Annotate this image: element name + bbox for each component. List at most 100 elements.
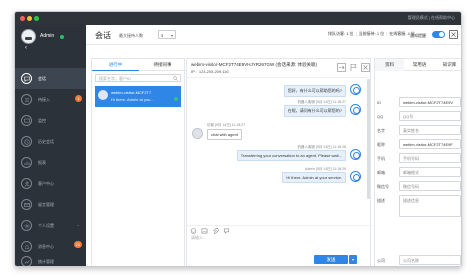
settings-icon xyxy=(21,220,32,231)
bell-icon xyxy=(21,241,32,252)
qq-field[interactable]: QQ号 xyxy=(399,111,461,121)
field-wechat: 微信号 微信号码 xyxy=(375,181,461,193)
detail-tabs: 资料 常用语 知识库 xyxy=(375,59,461,71)
description-field[interactable]: 描述信息 xyxy=(399,195,461,217)
chevron-down-icon: ▾ xyxy=(170,33,173,38)
online-status-dot xyxy=(60,35,64,39)
notification-toggle-label: 通知提醒 xyxy=(410,33,426,38)
chat-scrollbar[interactable] xyxy=(367,79,370,199)
sidebar-item-label: 客户中心 xyxy=(38,181,54,186)
app-window: 管理员模式 | 在线帮助中心 Admin ‹ 会话 待接入 1 监控 历史会话 … xyxy=(14,11,462,267)
sidebar-item-chat[interactable]: 会话 xyxy=(15,68,86,89)
sidebar-item-label: 会话 xyxy=(38,76,46,81)
report-icon xyxy=(21,157,32,168)
visitor-name: webim-visitor-MCF2T7 xyxy=(111,90,152,95)
minimize-window-button[interactable] xyxy=(27,16,32,21)
session-tabs: 进行中 待接同事 xyxy=(92,59,186,71)
id-field[interactable]: webim-visitor-MCF2T74E9V xyxy=(399,97,461,107)
close-icon[interactable] xyxy=(449,30,458,39)
company-field[interactable]: 公司名称 xyxy=(399,255,461,265)
tab-phrases[interactable]: 常用语 xyxy=(405,59,434,71)
agent-avatar xyxy=(350,149,361,160)
agent-avatar xyxy=(350,104,361,115)
send-options-button[interactable]: ▾ xyxy=(349,255,357,264)
agent-message: Hi there. Admin at your service. xyxy=(282,172,346,183)
maximize-window-button[interactable] xyxy=(34,16,39,21)
page-title: 会话 xyxy=(95,31,111,40)
agent-message: Transferring your conversation to an age… xyxy=(236,150,346,161)
sidebar-item-label: 待接入 xyxy=(38,97,50,102)
sidebar-item-label: 报表 xyxy=(38,160,46,165)
transfer-icon[interactable] xyxy=(337,63,346,72)
visitor-avatar xyxy=(98,90,108,100)
sidebar-item-queue[interactable]: 待接入 1 xyxy=(15,89,86,110)
agent-message: 您好，有什么可以帮助您的吗? xyxy=(283,85,346,97)
user-name: Admin xyxy=(40,33,55,39)
tab-knowledge[interactable]: 知识库 xyxy=(435,59,461,71)
search-input[interactable]: 搜索名字，客户ID xyxy=(95,74,181,82)
avatar xyxy=(21,29,36,44)
phone-field[interactable]: 手机号码 xyxy=(399,153,461,163)
profile[interactable]: Admin ‹ xyxy=(15,25,86,53)
name-field[interactable]: 真实姓名 xyxy=(399,125,461,135)
customer-icon xyxy=(21,178,32,189)
sidebar-item-history[interactable]: 历史会话 xyxy=(15,131,86,152)
field-label: 公司 xyxy=(377,258,385,263)
sidebar-item-notifications[interactable]: 消息中心 23 xyxy=(15,236,86,257)
max-sessions-select[interactable]: 3 ▾ xyxy=(158,30,176,39)
ip-value: 124.205.209.116 xyxy=(198,69,229,74)
quick-reply-icon[interactable] xyxy=(223,228,230,234)
tab-in-progress[interactable]: 进行中 xyxy=(92,59,139,71)
titlebar-links[interactable]: 管理员模式 | 在线帮助中心 xyxy=(408,15,455,21)
ip-label: IP: xyxy=(191,69,196,74)
stats-icon xyxy=(21,256,32,266)
nickname-field[interactable]: webim-visitor-MCF2T74E9F xyxy=(399,139,461,149)
field-id: ID webim-visitor-MCF2T74E9V xyxy=(375,97,461,109)
field-label: 微信号 xyxy=(377,184,389,189)
visitor-message: chat with agent xyxy=(207,129,242,140)
top-bar: 会话 最大接待人数 3 ▾ 排队访客: 1 位 | 当前接待: 1 位 | 在线客服: … xyxy=(86,25,461,45)
field-label: 邮箱 xyxy=(377,170,385,175)
close-window-button[interactable] xyxy=(20,16,25,21)
sidebar-item-messages[interactable]: 留言管理 xyxy=(15,194,86,215)
sidebar-item-monitor[interactable]: 监控 xyxy=(15,110,86,131)
field-label: 手机 xyxy=(377,156,385,161)
emoji-icon[interactable] xyxy=(190,228,197,234)
sidebar-item-stats[interactable]: 统计管理 xyxy=(15,255,86,266)
chevron-down-icon: ⌄ xyxy=(76,222,80,227)
field-label: ID xyxy=(377,100,381,105)
sidebar-item-label: 统计管理 xyxy=(38,259,54,264)
wechat-field[interactable]: 微信号码 xyxy=(399,181,461,191)
sidebar-item-customer[interactable]: 客户中心 xyxy=(15,173,86,194)
field-name: 名字 真实姓名 xyxy=(375,125,461,137)
end-session-icon[interactable] xyxy=(361,63,370,72)
tab-colleague[interactable]: 待接同事 xyxy=(139,59,186,71)
field-label: QQ xyxy=(377,114,384,119)
max-sessions-value: 3 xyxy=(161,33,164,38)
sidebar-item-label: 监控 xyxy=(38,118,46,123)
sidebar-item-label: 历史会话 xyxy=(38,139,54,144)
notifications-count-badge: 23 xyxy=(73,241,82,248)
email-field[interactable]: 邮箱格式 xyxy=(399,167,461,177)
send-button[interactable]: 发送 xyxy=(314,255,348,264)
sidebar-item-report[interactable]: 报表 xyxy=(15,152,86,173)
history-icon xyxy=(21,136,32,147)
queue-count-badge: 1 xyxy=(75,95,82,102)
queue-icon xyxy=(21,94,32,105)
agent-message: 在呢，请问有什么可以帮您的? xyxy=(283,105,346,117)
attachment-icon[interactable] xyxy=(212,228,219,234)
chat-title: webim-visitor-MCF2T74E9VHJYR267GW (会话来源:… xyxy=(191,62,318,67)
flag-icon[interactable] xyxy=(349,63,358,72)
sidebar-item-label: 留言管理 xyxy=(38,202,54,207)
image-icon[interactable] xyxy=(201,228,208,234)
notification-toggle[interactable] xyxy=(432,31,445,38)
max-sessions-label: 最大接待人数 xyxy=(119,33,143,38)
serving-status: 当前接待: 1 位 xyxy=(358,31,385,36)
field-company: 公司 公司名称 xyxy=(375,255,461,266)
list-item[interactable]: webim-visitor-MCF2T7 Hi there. Admin at … xyxy=(95,86,181,107)
sidebar-item-settings[interactable]: 个人设置 ⌄ xyxy=(15,215,86,236)
chevron-left-icon[interactable]: ‹ xyxy=(25,45,27,51)
message-input[interactable]: 请输入... xyxy=(191,235,367,251)
tab-profile[interactable]: 资料 xyxy=(375,59,404,71)
message-list: 您好，有什么可以帮助您的吗? 机器人客服 [9月 14日] 11:18:27 在… xyxy=(187,79,366,227)
